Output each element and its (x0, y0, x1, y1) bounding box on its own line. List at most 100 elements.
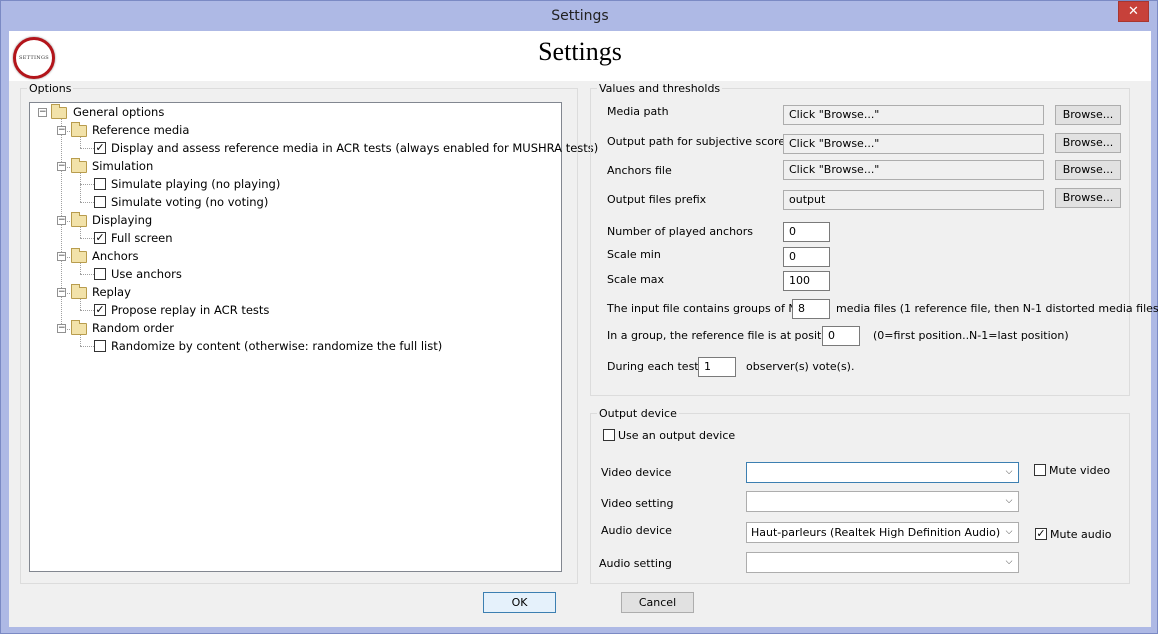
folder-icon (51, 104, 67, 119)
scale-max-input[interactable]: 100 (783, 271, 830, 291)
tree-node-simulation[interactable]: Simulation (92, 158, 153, 174)
video-setting-select[interactable]: ⌵ (746, 491, 1019, 512)
tree-line (80, 137, 81, 148)
groups-of-input[interactable]: 8 (792, 299, 830, 319)
audio-device-label: Audio device (601, 524, 672, 537)
browse-output-button[interactable]: Browse... (1055, 133, 1121, 153)
ref-position-input[interactable]: 0 (822, 326, 860, 346)
observers-input[interactable]: 1 (698, 357, 736, 377)
settings-window: Settings ✕ SETTINGS Settings Options − G… (0, 0, 1158, 634)
folder-icon (71, 320, 87, 335)
tree-line (80, 274, 94, 275)
media-path-field[interactable]: Click "Browse..." (783, 105, 1044, 125)
mute-audio-label: Mute audio (1050, 528, 1112, 541)
tree-node-random-order[interactable]: Random order (92, 320, 174, 336)
chevron-down-icon: ⌵ (1005, 527, 1013, 537)
collapse-icon[interactable]: − (57, 324, 66, 333)
values-group-label: Values and thresholds (597, 82, 723, 95)
scale-min-input[interactable]: 0 (783, 247, 830, 267)
checkbox-use-anchors[interactable] (94, 268, 106, 280)
header-band: SETTINGS Settings (9, 31, 1151, 81)
scale-max-label: Scale max (607, 273, 665, 286)
checkbox-randomize-content[interactable] (94, 340, 106, 352)
tree-line (80, 173, 81, 202)
tree-item-randomize-content[interactable]: Randomize by content (otherwise: randomi… (111, 338, 442, 354)
tree-item-propose-replay[interactable]: Propose replay in ACR tests (111, 302, 269, 318)
tree-node-anchors[interactable]: Anchors (92, 248, 139, 264)
mute-video-label: Mute video (1049, 464, 1111, 477)
checkbox-display-reference[interactable]: ✓ (94, 142, 106, 154)
checkbox-simulate-playing[interactable] (94, 178, 106, 190)
collapse-icon[interactable]: − (57, 126, 66, 135)
tree-node-reference-media[interactable]: Reference media (92, 122, 189, 138)
media-path-label: Media path (607, 105, 669, 118)
folder-icon (71, 248, 87, 263)
output-device-group-label: Output device (597, 407, 679, 420)
tree-node-replay[interactable]: Replay (92, 284, 131, 300)
chevron-down-icon: ⌵ (1005, 557, 1013, 567)
options-group-label: Options (27, 82, 74, 95)
tree-line (80, 148, 94, 149)
use-output-device-label: Use an output device (618, 429, 736, 442)
browse-prefix-button[interactable]: Browse... (1055, 188, 1121, 208)
tree-line (80, 184, 94, 185)
chevron-down-icon: ⌵ (1005, 467, 1013, 477)
audio-setting-select[interactable]: ⌵ (746, 552, 1019, 573)
collapse-icon[interactable]: − (57, 288, 66, 297)
output-prefix-label: Output files prefix (607, 193, 707, 206)
tree-line (80, 238, 94, 239)
audio-device-select[interactable]: Haut-parleurs (Realtek High Definition A… (746, 522, 1019, 543)
chevron-down-icon: ⌵ (1005, 496, 1013, 506)
tree-line (80, 310, 94, 311)
ok-button[interactable]: OK (483, 592, 556, 613)
video-device-label: Video device (601, 466, 672, 479)
played-anchors-label: Number of played anchors (607, 225, 754, 238)
checkbox-full-screen[interactable]: ✓ (94, 232, 106, 244)
ref-position-label: In a group, the reference file is at pos… (607, 329, 839, 342)
cancel-button[interactable]: Cancel (621, 592, 694, 613)
scale-min-label: Scale min (607, 248, 661, 261)
checkbox-simulate-voting[interactable] (94, 196, 106, 208)
tree-line (80, 202, 94, 203)
tree-item-simulate-playing[interactable]: Simulate playing (no playing) (111, 176, 280, 192)
browse-media-button[interactable]: Browse... (1055, 105, 1121, 125)
checkbox-propose-replay[interactable]: ✓ (94, 304, 106, 316)
tree-node-displaying[interactable]: Displaying (92, 212, 152, 228)
anchors-file-field[interactable]: Click "Browse..." (783, 160, 1044, 180)
groups-of-label: The input file contains groups of N= (607, 302, 806, 315)
tree-line (80, 335, 81, 346)
video-device-select[interactable]: ⌵ (746, 462, 1019, 483)
played-anchors-input[interactable]: 0 (783, 222, 830, 242)
tree-line (80, 346, 94, 347)
output-prefix-field[interactable]: output (783, 190, 1044, 210)
checkbox-mute-audio[interactable]: ✓ (1035, 528, 1047, 540)
window-title: Settings (551, 8, 609, 24)
folder-icon (71, 284, 87, 299)
tree-item-use-anchors[interactable]: Use anchors (111, 266, 182, 282)
folder-icon (71, 158, 87, 173)
tree-line (80, 263, 81, 274)
output-path-label: Output path for subjective scores (607, 135, 791, 148)
tree-item-full-screen[interactable]: Full screen (111, 230, 173, 246)
tree-item-display-reference[interactable]: Display and assess reference media in AC… (111, 140, 598, 156)
tree-item-simulate-voting[interactable]: Simulate voting (no voting) (111, 194, 268, 210)
audio-device-value: Haut-parleurs (Realtek High Definition A… (751, 526, 1001, 539)
close-button[interactable]: ✕ (1118, 1, 1149, 22)
observers-label: During each test, (607, 360, 703, 373)
output-path-field[interactable]: Click "Browse..." (783, 134, 1044, 154)
collapse-icon[interactable]: − (57, 252, 66, 261)
collapse-icon[interactable]: − (57, 216, 66, 225)
folder-icon (71, 122, 87, 137)
browse-anchors-button[interactable]: Browse... (1055, 160, 1121, 180)
collapse-icon[interactable]: − (38, 108, 47, 117)
groups-of-suffix: media files (1 reference file, then N-1 … (836, 302, 1158, 315)
folder-icon (71, 212, 87, 227)
tree-node-general-options[interactable]: General options (73, 104, 164, 120)
observers-suffix: observer(s) vote(s). (746, 360, 855, 373)
collapse-icon[interactable]: − (57, 162, 66, 171)
options-tree[interactable]: − General options − Reference media ✓ Di… (29, 102, 598, 572)
checkbox-mute-video[interactable] (1034, 464, 1046, 476)
checkbox-use-output-device[interactable] (603, 429, 615, 441)
page-title: Settings (538, 37, 622, 66)
ref-position-suffix: (0=first position..N-1=last position) (873, 329, 1069, 342)
